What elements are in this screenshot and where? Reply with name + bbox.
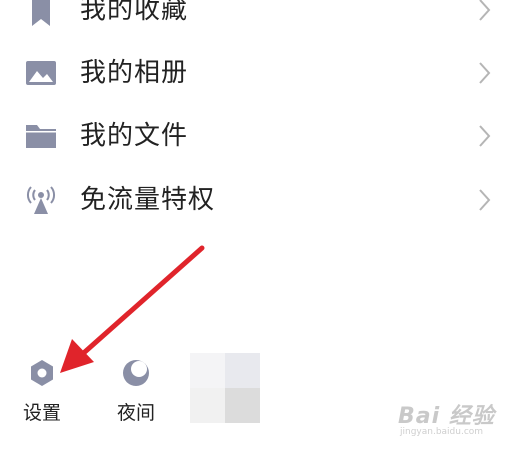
- chevron-right-icon: [479, 125, 491, 147]
- watermark-url: jingyan.baidu.com: [400, 427, 484, 437]
- menu-item-label: 我的相册: [80, 58, 189, 88]
- menu-item-label: 免流量特权: [80, 185, 216, 215]
- gear-icon: [31, 360, 53, 386]
- photo-icon: [26, 61, 56, 85]
- settings-label: 设置: [22, 402, 61, 424]
- menu-item-label: 我的文件: [80, 121, 189, 151]
- menu-item-favorites[interactable]: 我的收藏: [0, 0, 520, 42]
- night-mode-label: 夜间: [116, 402, 155, 424]
- mosaic-placeholder: [190, 353, 260, 423]
- menu-item-free-data[interactable]: 免流量特权: [0, 168, 520, 232]
- chevron-right-icon: [479, 0, 491, 21]
- settings-button[interactable]: 设置: [12, 358, 72, 428]
- chevron-right-icon: [479, 189, 491, 211]
- bookmark-icon: [32, 0, 50, 26]
- watermark-text: Bai 经验: [398, 404, 495, 429]
- night-mode-button[interactable]: 夜间: [106, 358, 166, 428]
- folder-icon: [26, 125, 56, 148]
- baidu-watermark: Bai 经验 jingyan.baidu.com: [398, 398, 508, 438]
- menu-item-album[interactable]: 我的相册: [0, 41, 520, 105]
- signal-tower-icon: [27, 186, 55, 214]
- menu-item-files[interactable]: 我的文件: [0, 104, 520, 168]
- moon-icon: [123, 360, 149, 386]
- chevron-right-icon: [479, 62, 491, 84]
- menu-item-label: 我的收藏: [80, 0, 189, 25]
